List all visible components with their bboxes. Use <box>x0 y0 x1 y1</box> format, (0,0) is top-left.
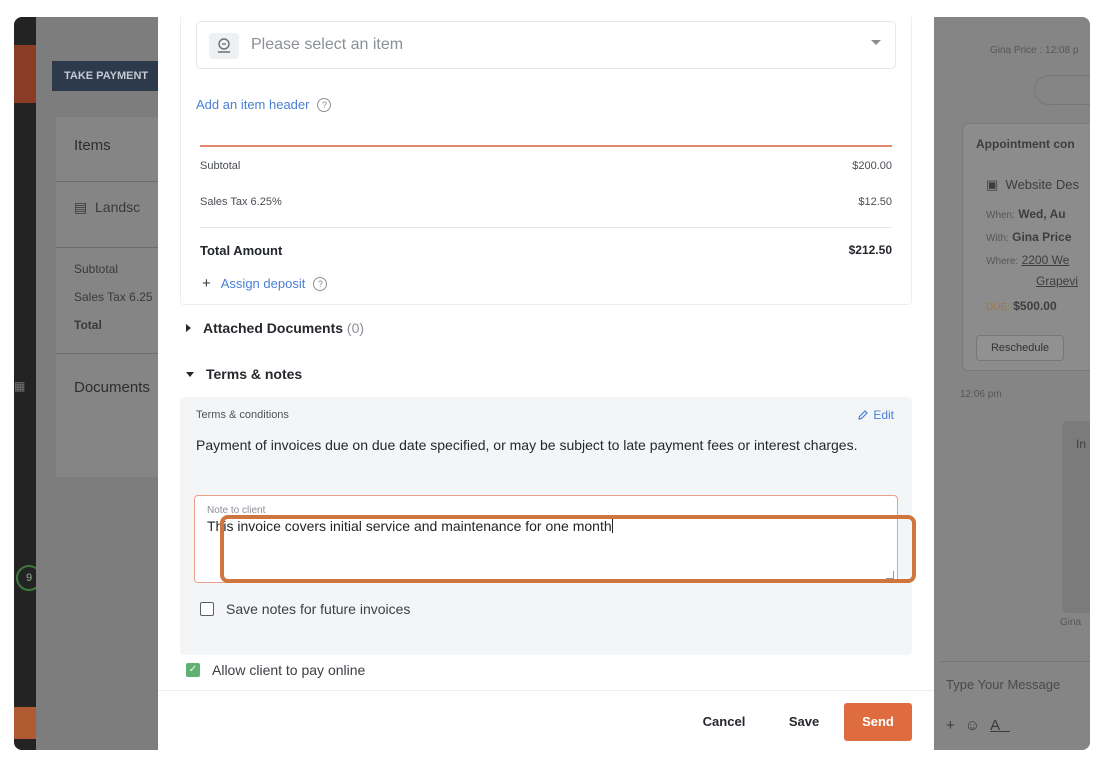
total-label: Total Amount <box>200 243 283 258</box>
sidebar-accent-bottom <box>14 707 36 739</box>
background-items-card: Items ▤ Landsc Subtotal Sales Tax 6.25 T… <box>56 117 166 477</box>
appointment-where: Where: 2200 We <box>986 253 1070 267</box>
bg-total: Total <box>74 318 102 332</box>
terms-notes-toggle[interactable]: Terms & notes <box>186 366 302 382</box>
item-row: ▤ Landsc <box>74 199 141 215</box>
divider <box>56 247 166 248</box>
note-input[interactable]: This invoice covers initial service and … <box>207 518 613 534</box>
help-icon[interactable]: ? <box>317 97 332 112</box>
reschedule-button[interactable]: Reschedule <box>976 335 1064 361</box>
pencil-icon <box>858 410 869 420</box>
divider <box>940 661 1090 662</box>
total-value: $212.50 <box>848 243 892 257</box>
items-title: Items <box>74 137 111 154</box>
items-divider <box>200 145 892 147</box>
modal-footer: Cancel Save Send <box>158 690 934 750</box>
caret-right-icon <box>186 324 191 332</box>
resize-handle[interactable] <box>886 571 894 579</box>
total-row: Total Amount $212.50 <box>200 243 892 258</box>
appointment-title: Appointment con <box>976 137 1075 151</box>
attached-documents-count: (0) <box>346 320 365 336</box>
save-notes-label: Save notes for future invoices <box>226 601 411 617</box>
sender-time: Gina Price : 12:08 p <box>990 45 1079 56</box>
product-icon <box>209 33 239 59</box>
attached-documents-label: Attached Documents <box>203 320 344 336</box>
cancel-button[interactable]: Cancel <box>692 703 756 741</box>
allow-online-label: Allow client to pay online <box>212 662 366 678</box>
emoji-icon[interactable]: ☺ <box>965 717 990 734</box>
calendar-icon: ▣ <box>986 177 999 192</box>
plus-icon[interactable]: + <box>946 717 965 734</box>
save-button[interactable]: Save <box>772 703 836 741</box>
add-item-header-link[interactable]: Add an item header ? <box>196 97 332 112</box>
allow-online-checkbox[interactable]: ✓ Allow client to pay online <box>186 662 365 678</box>
background-sidebar: ▦ 9 <box>14 17 42 750</box>
edit-terms-button[interactable]: Edit <box>857 408 894 422</box>
appointment-due: DUE: $500.00 <box>986 299 1057 313</box>
invoice-modal: Please select an item Add an item header… <box>158 17 934 750</box>
divider <box>56 353 166 354</box>
bg-subtotal: Subtotal <box>74 262 119 276</box>
appointment-card <box>962 123 1090 371</box>
divider <box>56 181 166 182</box>
subtotal-row: Subtotal $200.00 <box>200 160 892 172</box>
item-select-placeholder: Please select an item <box>251 36 404 53</box>
composer-toolbar: +☺A <box>946 717 1010 734</box>
terms-notes-label: Terms & notes <box>206 366 303 382</box>
subtotal-value: $200.00 <box>852 160 892 172</box>
checkbox-icon <box>200 602 214 616</box>
terms-text: Payment of invoices due on due date spec… <box>196 437 858 453</box>
edit-label: Edit <box>873 408 894 422</box>
text-format-icon[interactable]: A <box>990 717 1010 734</box>
attached-documents-toggle[interactable]: Attached Documents (0) <box>186 320 364 336</box>
assign-deposit-label: Assign deposit <box>220 276 306 291</box>
item-select[interactable]: Please select an item <box>196 21 896 69</box>
appointment-where-2: Grapevi <box>1036 274 1079 288</box>
sidebar-icon: ▦ <box>14 379 26 393</box>
background-right-panel: Gina Price : 12:08 p Appointment con ▣ W… <box>934 17 1090 750</box>
divider <box>200 227 892 228</box>
help-icon[interactable]: ? <box>313 276 328 291</box>
message-input[interactable]: Type Your Message <box>946 677 1060 692</box>
bg-sales-tax: Sales Tax 6.25 <box>74 290 153 304</box>
tax-row: Sales Tax 6.25% $12.50 <box>200 196 892 208</box>
terms-label: Terms & conditions <box>196 409 289 421</box>
app-frame: ▦ 9 TAKE PAYMENT Items ▤ Landsc Subtotal… <box>14 17 1090 750</box>
note-to-client-field[interactable]: Note to client This invoice covers initi… <box>194 495 898 583</box>
take-payment-button[interactable]: TAKE PAYMENT <box>52 61 162 91</box>
bubble-title: In <box>1076 437 1087 451</box>
chevron-down-icon <box>871 40 881 45</box>
subtotal-label: Subtotal <box>200 160 241 172</box>
sidebar-accent <box>14 45 36 103</box>
document-icon: ▤ <box>74 199 88 215</box>
bubble-footer: Gina <box>1060 617 1082 628</box>
checkmark-icon: ✓ <box>186 663 200 677</box>
appointment-with: With: Gina Price <box>986 230 1072 244</box>
background-pill <box>1034 75 1090 105</box>
save-notes-checkbox[interactable]: Save notes for future invoices <box>200 601 410 617</box>
documents-title: Documents <box>74 379 150 396</box>
tax-label: Sales Tax 6.25% <box>200 196 282 208</box>
assign-deposit-link[interactable]: + Assign deposit ? <box>202 275 328 292</box>
caret-down-icon <box>186 371 194 377</box>
appointment-when: When: Wed, Au <box>986 207 1066 221</box>
note-label: Note to client <box>207 505 266 516</box>
add-item-header-label: Add an item header <box>196 97 310 112</box>
tax-value: $12.50 <box>858 196 892 208</box>
send-button[interactable]: Send <box>844 703 912 741</box>
plus-icon: + <box>202 275 211 292</box>
message-time: 12:06 pm <box>960 389 1002 400</box>
appointment-name: ▣ Website Des <box>986 177 1079 192</box>
terms-notes-panel: Terms & conditions Edit Payment of invoi… <box>180 397 912 655</box>
text-cursor <box>611 518 613 533</box>
